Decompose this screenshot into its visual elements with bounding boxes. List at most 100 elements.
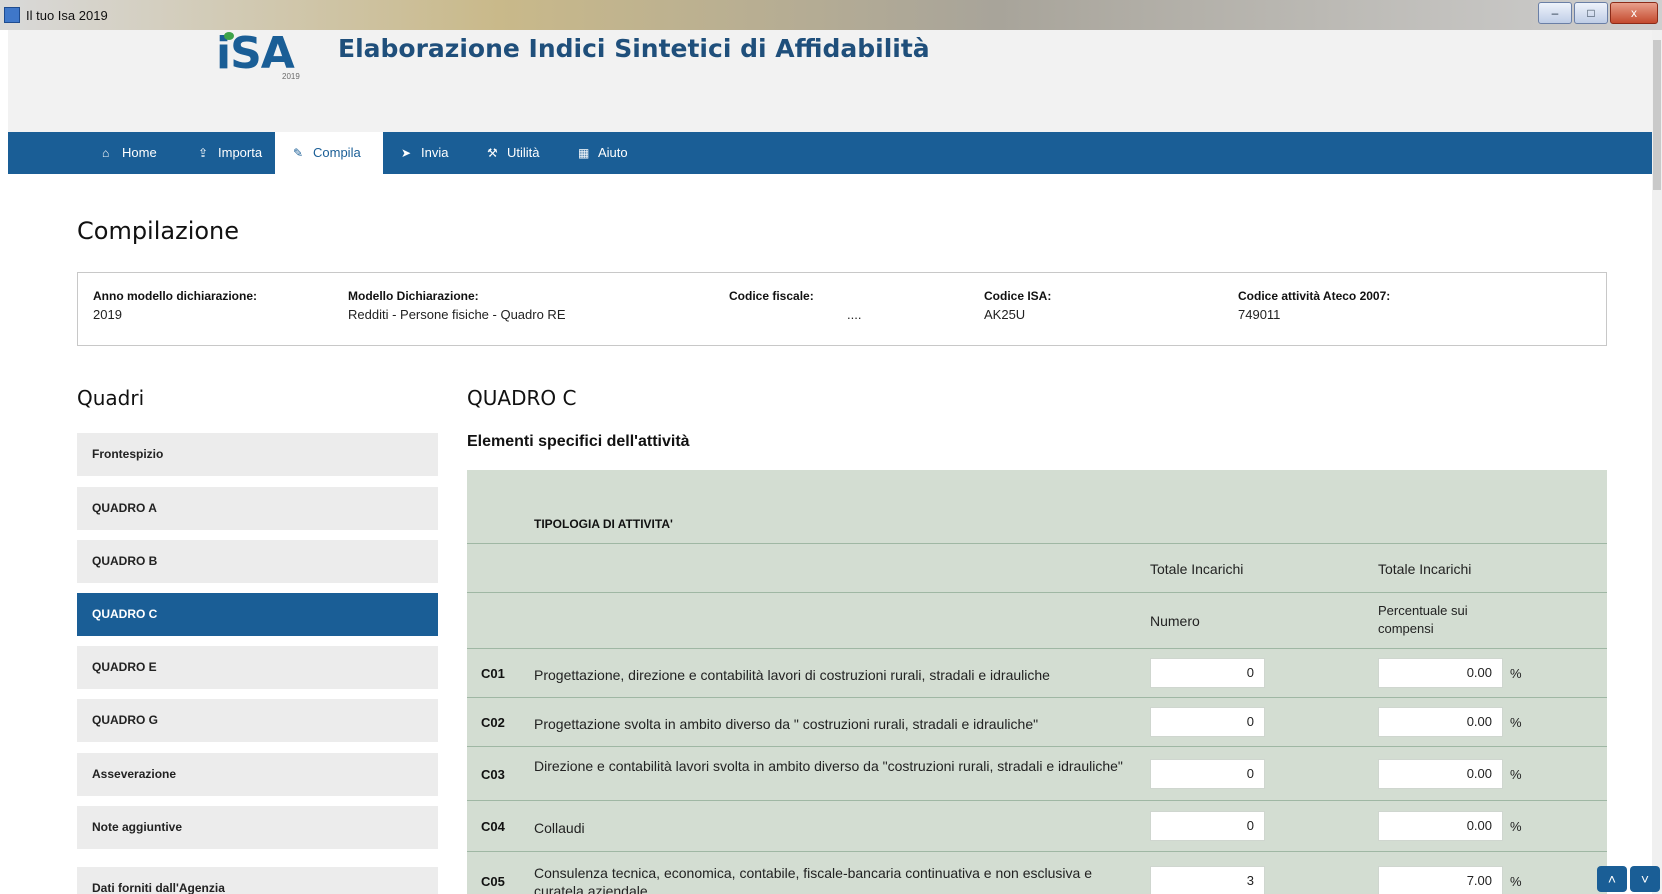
nav-home[interactable]: ⌂ Home — [84, 132, 180, 174]
numero-input-c04[interactable]: 0 — [1150, 811, 1265, 841]
percentuale-input-c03[interactable]: 0.00 — [1378, 759, 1503, 789]
quadro-subtitle: Elementi specifici dell'attività — [467, 433, 690, 450]
percentuale-input-c01[interactable]: 0.00 — [1378, 658, 1503, 688]
home-icon: ⌂ — [102, 146, 110, 160]
percent-sign: % — [1510, 767, 1522, 782]
logo-dot — [224, 32, 234, 40]
col2-header: Totale Incarichi — [1378, 561, 1472, 577]
isa-logo: iSA 2019 — [216, 30, 306, 82]
info-modello: Modello Dichiarazione: Redditi - Persone… — [348, 289, 565, 322]
quadro-title: QUADRO C — [467, 386, 577, 410]
percentuale-input-c04[interactable]: 0.00 — [1378, 811, 1503, 841]
info-modello-value: Redditi - Persone fisiche - Quadro RE — [348, 307, 566, 322]
sidebar-item-dati-agenzia[interactable]: Dati forniti dall'Agenzia — [77, 867, 438, 894]
app-icon — [4, 7, 20, 23]
percent-sign: % — [1510, 819, 1522, 834]
app-title: Elaborazione Indici Sintetici di Affidab… — [338, 34, 930, 63]
info-codice-fiscale: Codice fiscale: .... — [729, 289, 861, 322]
info-anno-value: 2019 — [93, 307, 122, 322]
row-description: Progettazione svolta in ambito diverso d… — [534, 716, 1039, 732]
info-codice-isa: Codice ISA: AK25U — [984, 289, 1051, 322]
row-code: C01 — [481, 666, 505, 681]
nav-importa[interactable]: ⇪ Importa — [180, 132, 283, 174]
row-code: C04 — [481, 819, 505, 834]
table-divider — [467, 543, 1607, 544]
table-divider — [467, 746, 1607, 747]
percent-sign: % — [1510, 874, 1522, 889]
window-title: Il tuo Isa 2019 — [26, 8, 108, 23]
close-button[interactable]: x — [1610, 2, 1658, 24]
nav-aiuto[interactable]: ▦ Aiuto — [560, 132, 650, 174]
quadro-table: TIPOLOGIA DI ATTIVITA' Totale Incarichi … — [467, 470, 1607, 894]
page-title: Compilazione — [77, 217, 240, 245]
minimize-button[interactable]: – — [1538, 2, 1572, 24]
col1-subheader: Numero — [1150, 613, 1200, 629]
sidebar-item-quadro-a[interactable]: QUADRO A — [77, 487, 438, 530]
sidebar-item-frontespizio[interactable]: Frontespizio — [77, 433, 438, 476]
pencil-icon: ✎ — [293, 146, 304, 160]
nav-utilita[interactable]: ⚒ Utilità — [469, 132, 560, 174]
row-code: C05 — [481, 874, 505, 889]
book-icon: ▦ — [578, 146, 590, 160]
row-description: Progettazione, direzione e contabilità l… — [534, 667, 1050, 683]
numero-input-c02[interactable]: 0 — [1150, 707, 1265, 737]
table-divider — [467, 800, 1607, 801]
sidebar-item-asseverazione[interactable]: Asseverazione — [77, 753, 438, 796]
nav-importa-label: Importa — [218, 145, 263, 160]
main-navbar: ⌂ Home ⇪ Importa ✎ Compila ➤ Invia ⚒ Utilità … — [8, 132, 1652, 174]
row-code: C03 — [481, 767, 505, 782]
window-controls: – □ x — [1538, 2, 1658, 24]
maximize-button[interactable]: □ — [1574, 2, 1608, 24]
scrollbar-thumb[interactable] — [1653, 40, 1661, 190]
info-cf-label: Codice fiscale: — [729, 289, 814, 303]
nav-compila[interactable]: ✎ Compila — [275, 132, 383, 174]
upload-icon: ⇪ — [198, 146, 209, 160]
sidebar-item-quadro-b[interactable]: QUADRO B — [77, 540, 438, 583]
info-modello-label: Modello Dichiarazione: — [348, 289, 479, 303]
sidebar-item-quadro-c[interactable]: QUADRO C — [77, 593, 438, 636]
nav-invia-label: Invia — [421, 145, 449, 160]
send-icon: ➤ — [401, 146, 412, 160]
numero-input-c03[interactable]: 0 — [1150, 759, 1265, 789]
col1-header: Totale Incarichi — [1150, 561, 1244, 577]
app-header: iSA 2019 Elaborazione Indici Sintetici d… — [8, 30, 1652, 132]
logo-year: 2019 — [282, 72, 300, 81]
row-description: Consulenza tecnica, economica, contabile… — [534, 865, 1092, 894]
col2-subheader: Percentuale sui compensi — [1378, 603, 1468, 636]
row-code: C02 — [481, 715, 505, 730]
nav-aiuto-label: Aiuto — [598, 145, 628, 160]
scroll-down-button[interactable]: ˅ — [1630, 866, 1660, 892]
info-ateco-value: 749011 — [1238, 307, 1281, 322]
info-ateco: Codice attività Ateco 2007: 749011 — [1238, 289, 1390, 322]
sidebar-title: Quadri — [77, 386, 145, 410]
nav-compila-label: Compila — [313, 145, 361, 160]
table-divider — [467, 697, 1607, 698]
percent-sign: % — [1510, 715, 1522, 730]
info-isa-value: AK25U — [984, 307, 1026, 322]
table-divider — [467, 592, 1607, 593]
scroll-up-button[interactable]: ˄ — [1597, 866, 1627, 892]
info-isa-label: Codice ISA: — [984, 289, 1052, 303]
wrench-icon: ⚒ — [487, 146, 498, 160]
row-description: Direzione e contabilità lavori svolta in… — [534, 758, 1123, 774]
vertical-scrollbar[interactable] — [1652, 30, 1662, 894]
sidebar-item-note-aggiuntive[interactable]: Note aggiuntive — [77, 806, 438, 849]
table-divider — [467, 648, 1607, 649]
nav-utilita-label: Utilità — [507, 145, 540, 160]
percentuale-input-c02[interactable]: 0.00 — [1378, 707, 1503, 737]
percent-sign: % — [1510, 666, 1522, 681]
sidebar-item-quadro-g[interactable]: QUADRO G — [77, 699, 438, 742]
tipologia-header: TIPOLOGIA DI ATTIVITA' — [534, 517, 673, 531]
sidebar-item-quadro-e[interactable]: QUADRO E — [77, 646, 438, 689]
info-anno-label: Anno modello dichiarazione: — [93, 289, 258, 303]
numero-input-c05[interactable]: 3 — [1150, 866, 1265, 894]
percentuale-input-c05[interactable]: 7.00 — [1378, 866, 1503, 894]
nav-home-label: Home — [122, 145, 157, 160]
numero-input-c01[interactable]: 0 — [1150, 658, 1265, 688]
info-anno: Anno modello dichiarazione: 2019 — [93, 289, 257, 322]
declaration-info-box: Anno modello dichiarazione: 2019 Modello… — [77, 272, 1607, 346]
info-ateco-label: Codice attività Ateco 2007: — [1238, 289, 1391, 303]
info-cf-value: .... — [847, 307, 862, 322]
row-description: Collaudi — [534, 820, 585, 836]
nav-invia[interactable]: ➤ Invia — [383, 132, 469, 174]
